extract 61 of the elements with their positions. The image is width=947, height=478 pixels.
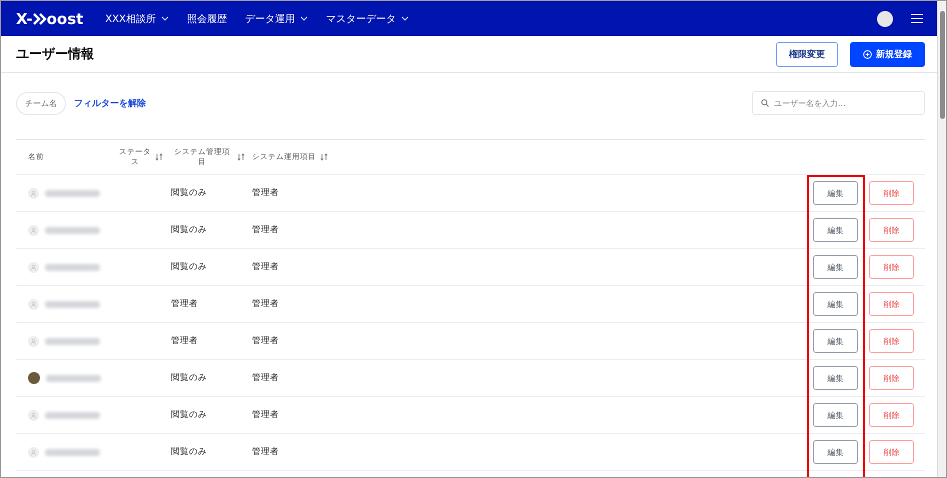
search-field[interactable]: ユーザー名を入力...: [752, 91, 925, 115]
delete-button[interactable]: 削除: [869, 403, 914, 427]
logo-text: oost: [46, 10, 84, 28]
table-cell: 管理者: [252, 372, 279, 384]
table-cell: 管理者: [252, 224, 279, 236]
delete-button[interactable]: 削除: [869, 329, 914, 353]
table-cell: 管理者: [252, 187, 279, 199]
logo-text: X-: [16, 10, 33, 28]
nav-menu-item[interactable]: データ運用: [244, 12, 308, 26]
table-cell: 管理者: [252, 335, 279, 347]
table-cell: 管理者: [171, 335, 198, 347]
delete-button[interactable]: 削除: [869, 366, 914, 390]
blurred-name: [45, 338, 100, 344]
table-cell: 管理者: [252, 298, 279, 310]
sort-icon[interactable]: [155, 153, 163, 161]
blurred-name: [45, 226, 100, 234]
table-cell: 管理者: [252, 409, 279, 421]
edit-button[interactable]: 編集: [813, 292, 858, 316]
delete-button[interactable]: 削除: [869, 181, 914, 205]
table-cell: 閲覧のみ: [171, 187, 207, 199]
search-icon: [761, 99, 769, 107]
table-cell: 閲覧のみ: [171, 372, 207, 384]
permission-change-button[interactable]: 権限変更: [776, 42, 838, 66]
edit-button[interactable]: 編集: [813, 255, 858, 279]
delete-button[interactable]: 削除: [869, 292, 914, 316]
delete-button[interactable]: 削除: [869, 255, 914, 279]
menu-icon[interactable]: [911, 14, 923, 23]
table-cell: 閲覧のみ: [171, 261, 207, 273]
blurred-name: [45, 448, 100, 456]
edit-button[interactable]: 編集: [813, 181, 858, 205]
nav-menu-item[interactable]: マスターデータ: [326, 12, 409, 26]
page-title: ユーザー情報: [16, 46, 95, 63]
edit-button[interactable]: 編集: [813, 366, 858, 390]
team-filter-chip[interactable]: チーム名: [16, 92, 66, 114]
plus-circle-icon: [863, 50, 872, 58]
scrollbar[interactable]: [937, 1, 946, 477]
table-cell: 閲覧のみ: [171, 446, 207, 458]
user-avatar[interactable]: [877, 10, 893, 26]
edit-button[interactable]: 編集: [813, 329, 858, 353]
blurred-name: [45, 412, 100, 418]
table-cell: 管理者: [171, 298, 198, 310]
delete-button[interactable]: 削除: [869, 440, 914, 464]
blurred-name: [45, 190, 100, 196]
table-cell: 閲覧のみ: [171, 224, 207, 236]
blurred-name: [45, 264, 100, 270]
sort-icon[interactable]: [237, 153, 245, 161]
edit-button[interactable]: 編集: [813, 403, 858, 427]
nav-menu-item[interactable]: XXX相談所: [105, 12, 169, 26]
clear-filter-link[interactable]: フィルターを解除: [74, 96, 146, 110]
nav-menu-item[interactable]: 照会履歴: [186, 12, 227, 26]
edit-button[interactable]: 編集: [813, 440, 858, 464]
new-registration-button[interactable]: 新規登録: [850, 42, 925, 66]
sort-icon[interactable]: [320, 153, 328, 161]
double-chevron-logo-icon: [32, 12, 47, 24]
delete-button[interactable]: 削除: [869, 218, 914, 242]
table-cell: 管理者: [252, 446, 279, 458]
edit-button[interactable]: 編集: [813, 218, 858, 242]
table-cell: 管理者: [252, 261, 279, 273]
table-cell: 閲覧のみ: [171, 409, 207, 421]
blurred-name: [45, 300, 100, 308]
blurred-name: [46, 374, 101, 382]
